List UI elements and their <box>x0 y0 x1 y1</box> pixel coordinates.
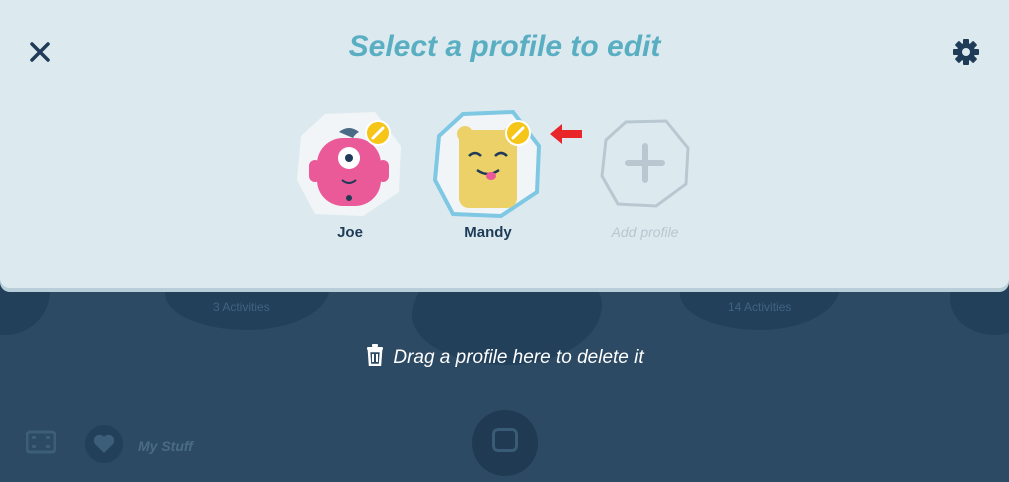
bg-activity-count: 3 Activities <box>213 300 270 314</box>
delete-drop-zone[interactable]: Drag a profile here to delete it <box>0 344 1009 369</box>
bg-activity-count: 14 Activities <box>728 300 792 314</box>
film-icon <box>25 430 57 460</box>
profile-select-panel: Select a profile to edit Joe Mandy Add p… <box>0 0 1009 288</box>
add-profile-label: Add profile <box>611 224 679 240</box>
delete-zone-text: Drag a profile here to delete it <box>393 347 644 368</box>
pencil-icon <box>371 126 385 140</box>
profile-name: Joe <box>337 224 363 241</box>
edit-profile-button[interactable] <box>365 120 391 146</box>
profile-card-mandy[interactable]: Mandy <box>433 110 543 250</box>
add-profile-button[interactable]: Add profile <box>590 110 700 250</box>
settings-button[interactable] <box>952 38 982 68</box>
profile-card-joe[interactable]: Joe <box>295 110 405 250</box>
my-stuff-label: My Stuff <box>138 438 193 454</box>
page-title: Select a profile to edit <box>348 30 661 63</box>
edit-profile-button[interactable] <box>505 120 531 146</box>
arrow-left-icon <box>550 124 582 144</box>
camera-icon <box>492 428 518 452</box>
gear-icon <box>953 39 979 65</box>
heart-icon <box>84 424 124 470</box>
pencil-icon <box>511 126 525 140</box>
plus-icon <box>600 119 690 208</box>
trash-icon <box>367 344 384 367</box>
profile-name: Mandy <box>464 224 512 241</box>
